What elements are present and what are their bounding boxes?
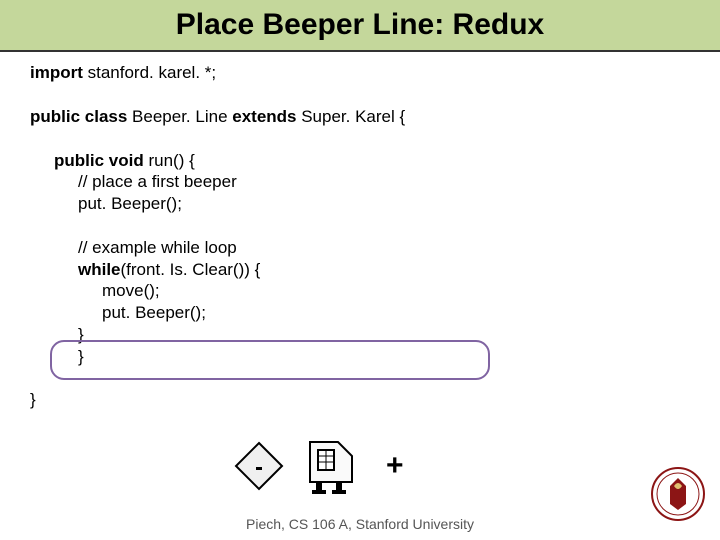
- figure-row: +: [232, 430, 472, 502]
- blank-line: [30, 367, 690, 389]
- code-line: }: [30, 346, 690, 368]
- code-text: put. Beeper();: [102, 303, 206, 322]
- keyword: extends: [232, 107, 296, 126]
- beeper-icon: [232, 439, 286, 493]
- blank-line: [30, 215, 690, 237]
- code-line: public class Beeper. Line extends Super.…: [30, 106, 690, 128]
- code-text: Super. Karel {: [297, 107, 406, 126]
- code-line: import stanford. karel. *;: [30, 62, 690, 84]
- code-comment: // example while loop: [78, 238, 237, 257]
- code-line: }: [30, 324, 690, 346]
- stanford-seal-icon: [650, 466, 706, 522]
- title-bar: Place Beeper Line: Redux: [0, 0, 720, 52]
- code-text: }: [78, 347, 84, 366]
- footer-text: Piech, CS 106 A, Stanford University: [0, 516, 720, 532]
- code-block: import stanford. karel. *; public class …: [0, 52, 720, 411]
- code-text: put. Beeper();: [78, 194, 182, 213]
- code-line: put. Beeper();: [30, 302, 690, 324]
- code-text: (front. Is. Clear()) {: [121, 260, 261, 279]
- code-line: // example while loop: [30, 237, 690, 259]
- code-line: }: [30, 389, 690, 411]
- code-text: Beeper. Line: [127, 107, 232, 126]
- code-line: // place a first beeper: [30, 171, 690, 193]
- code-line: move();: [30, 280, 690, 302]
- code-text: }: [30, 390, 36, 409]
- code-text: run() {: [144, 151, 195, 170]
- code-line: public void run() {: [30, 150, 690, 172]
- keyword: while: [78, 260, 121, 279]
- code-line: while(front. Is. Clear()) {: [30, 259, 690, 281]
- code-text: }: [78, 325, 84, 344]
- code-comment: // place a first beeper: [78, 172, 237, 191]
- keyword: import: [30, 63, 83, 82]
- keyword: public void: [54, 151, 144, 170]
- code-text: stanford. karel. *;: [83, 63, 216, 82]
- slide-title: Place Beeper Line: Redux: [176, 8, 544, 42]
- blank-line: [30, 128, 690, 150]
- blank-line: [30, 84, 690, 106]
- karel-icon: [304, 436, 358, 496]
- code-line: put. Beeper();: [30, 193, 690, 215]
- plus-icon: +: [386, 449, 404, 483]
- keyword: public class: [30, 107, 127, 126]
- code-text: move();: [102, 281, 160, 300]
